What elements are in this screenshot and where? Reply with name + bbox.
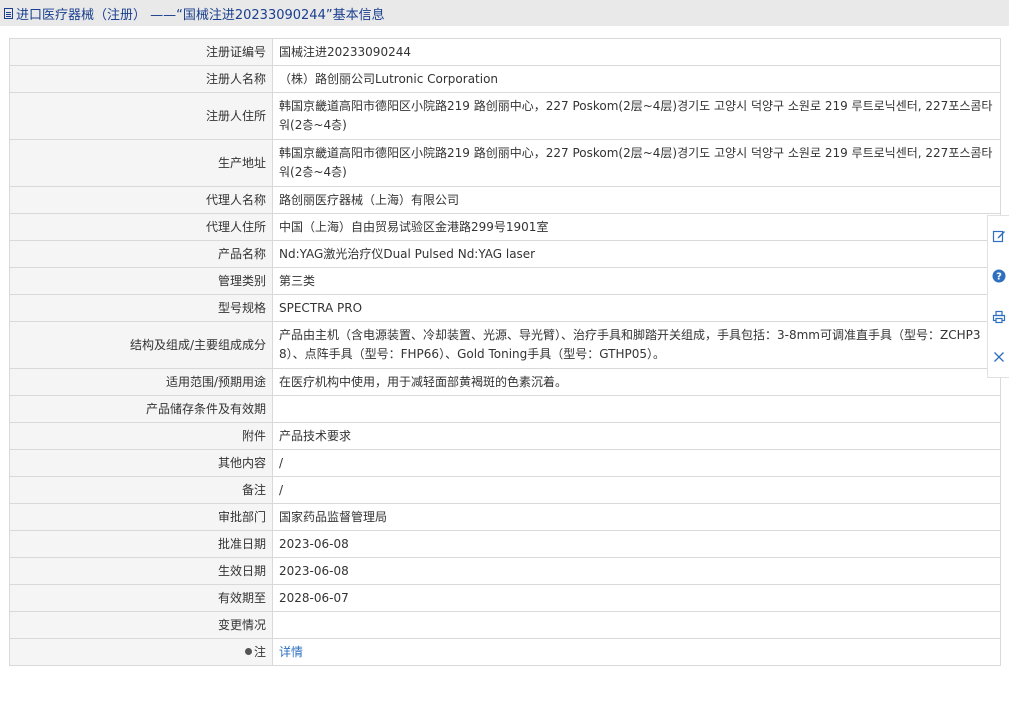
print-icon[interactable] <box>992 310 1006 324</box>
row-value: （株）路创丽公司Lutronic Corporation <box>272 65 1001 93</box>
document-icon <box>4 7 13 19</box>
close-icon[interactable] <box>992 350 1006 364</box>
table-row: 注 详情 <box>9 638 1001 666</box>
row-label: 注 <box>9 638 273 666</box>
table-row: 管理类别 第三类 <box>9 267 1001 295</box>
row-value: 详情 <box>272 638 1001 666</box>
table-row: 代理人名称 路创丽医疗器械（上海）有限公司 <box>9 186 1001 214</box>
row-label: 产品名称 <box>9 240 273 268</box>
table-row: 结构及组成/主要组成成分 产品由主机（含电源装置、冷却装置、光源、导光臂）、治疗… <box>9 321 1001 369</box>
table-row: 产品名称 Nd:YAG激光治疗仪Dual Pulsed Nd:YAG laser <box>9 240 1001 268</box>
row-value: 产品由主机（含电源装置、冷却装置、光源、导光臂）、治疗手具和脚踏开关组成，手具包… <box>272 321 1001 369</box>
row-value: SPECTRA PRO <box>272 294 1001 322</box>
row-label: 适用范围/预期用途 <box>9 368 273 396</box>
row-label: 代理人名称 <box>9 186 273 214</box>
row-label: 备注 <box>9 476 273 504</box>
row-label: 生产地址 <box>9 139 273 187</box>
row-value: 路创丽医疗器械（上海）有限公司 <box>272 186 1001 214</box>
row-value <box>272 395 1001 423</box>
row-value: 第三类 <box>272 267 1001 295</box>
table-row: 型号规格 SPECTRA PRO <box>9 294 1001 322</box>
row-label: 审批部门 <box>9 503 273 531</box>
row-value <box>272 611 1001 639</box>
table-row: 其他内容 / <box>9 449 1001 477</box>
row-value: / <box>272 476 1001 504</box>
note-label: 注 <box>253 644 266 659</box>
row-value: 国家药品监督管理局 <box>272 503 1001 531</box>
info-table: 注册证编号 国械注进20233090244 注册人名称 （株）路创丽公司Lutr… <box>9 38 1001 666</box>
row-label: 注册人住所 <box>9 92 273 140</box>
table-row: 变更情况 <box>9 611 1001 639</box>
row-value: Nd:YAG激光治疗仪Dual Pulsed Nd:YAG laser <box>272 240 1001 268</box>
table-row: 适用范围/预期用途 在医疗机构中使用，用于减轻面部黄褐斑的色素沉着。 <box>9 368 1001 396</box>
row-value: 2028-06-07 <box>272 584 1001 612</box>
svg-text:?: ? <box>996 272 1002 283</box>
row-label: 产品储存条件及有效期 <box>9 395 273 423</box>
table-row: 附件 产品技术要求 <box>9 422 1001 450</box>
table-row: 批准日期 2023-06-08 <box>9 530 1001 558</box>
help-icon[interactable]: ? <box>992 269 1006 283</box>
row-value: 2023-06-08 <box>272 557 1001 585</box>
table-row: 代理人住所 中国（上海）自由贸易试验区金港路299号1901室 <box>9 213 1001 241</box>
edit-icon[interactable] <box>992 229 1006 243</box>
row-value: 国械注进20233090244 <box>272 38 1001 66</box>
table-row: 生产地址 韩国京畿道高阳市德阳区小院路219 路创丽中心，227 Poskom(… <box>9 139 1001 187</box>
row-label: 有效期至 <box>9 584 273 612</box>
row-label: 注册证编号 <box>9 38 273 66</box>
row-label: 批准日期 <box>9 530 273 558</box>
table-row: 有效期至 2028-06-07 <box>9 584 1001 612</box>
row-label: 型号规格 <box>9 294 273 322</box>
row-value: 产品技术要求 <box>272 422 1001 450</box>
page-title: 进口医疗器械（注册） ——“国械注进20233090244”基本信息 <box>16 7 385 23</box>
table-row: 生效日期 2023-06-08 <box>9 557 1001 585</box>
row-value: 2023-06-08 <box>272 530 1001 558</box>
table-row: 注册人名称 （株）路创丽公司Lutronic Corporation <box>9 65 1001 93</box>
row-value: 中国（上海）自由贸易试验区金港路299号1901室 <box>272 213 1001 241</box>
row-label: 生效日期 <box>9 557 273 585</box>
row-label: 变更情况 <box>9 611 273 639</box>
bulb-icon <box>244 647 252 655</box>
row-label: 管理类别 <box>9 267 273 295</box>
row-label: 注册人名称 <box>9 65 273 93</box>
row-label: 代理人住所 <box>9 213 273 241</box>
row-label: 其他内容 <box>9 449 273 477</box>
side-toolbar: ? <box>987 215 1009 378</box>
table-row: 注册证编号 国械注进20233090244 <box>9 38 1001 66</box>
table-row: 备注 / <box>9 476 1001 504</box>
table-row: 审批部门 国家药品监督管理局 <box>9 503 1001 531</box>
row-value: / <box>272 449 1001 477</box>
row-label: 附件 <box>9 422 273 450</box>
row-label: 结构及组成/主要组成成分 <box>9 321 273 369</box>
row-value: 在医疗机构中使用，用于减轻面部黄褐斑的色素沉着。 <box>272 368 1001 396</box>
row-value: 韩国京畿道高阳市德阳区小院路219 路创丽中心，227 Poskom(2层~4层… <box>272 139 1001 187</box>
details-link[interactable]: 详情 <box>279 645 303 659</box>
page-header: 进口医疗器械（注册） ——“国械注进20233090244”基本信息 <box>0 0 1009 26</box>
table-row: 注册人住所 韩国京畿道高阳市德阳区小院路219 路创丽中心，227 Poskom… <box>9 92 1001 140</box>
row-value: 韩国京畿道高阳市德阳区小院路219 路创丽中心，227 Poskom(2层~4层… <box>272 92 1001 140</box>
table-row: 产品储存条件及有效期 <box>9 395 1001 423</box>
